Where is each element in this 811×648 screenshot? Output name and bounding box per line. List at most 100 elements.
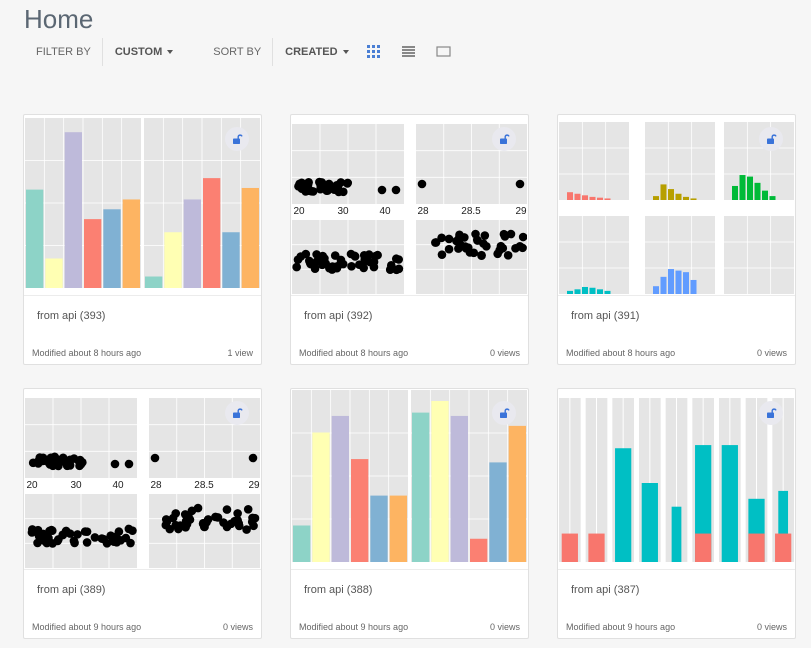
chart-card[interactable]: from api (387) Modified about 9 hours ag…	[557, 388, 796, 639]
unlock-icon[interactable]	[759, 401, 783, 425]
axis-tick-label: 28.5	[194, 480, 214, 491]
scatter-point	[222, 505, 232, 514]
bar	[660, 276, 667, 294]
scatter-point	[482, 241, 491, 251]
plot-panel	[645, 122, 715, 200]
page-title: Home	[24, 4, 94, 34]
scatter-point	[65, 529, 75, 538]
scatter-point	[333, 181, 343, 191]
bar	[293, 525, 311, 562]
bar	[589, 196, 596, 200]
scatter-point	[477, 251, 486, 260]
unlock-icon[interactable]	[492, 401, 516, 425]
bar	[331, 415, 349, 562]
axis-tick-label: 28	[150, 480, 162, 491]
sort-dropdown[interactable]: CREATED	[273, 46, 362, 58]
modified-text: Modified about 8 hours ago	[566, 348, 676, 358]
bar	[489, 462, 507, 562]
bar	[389, 495, 407, 562]
bar	[668, 189, 674, 200]
card-title[interactable]: from api (389)	[37, 584, 105, 596]
scatter-point	[48, 461, 58, 471]
card-divider	[24, 295, 261, 296]
scatter-point	[503, 251, 513, 260]
scatter-point	[417, 179, 427, 189]
scatter-point	[318, 251, 328, 261]
view-count: 0 views	[222, 622, 253, 632]
scatter-point	[233, 509, 242, 518]
scatter-point	[82, 538, 92, 547]
card-title[interactable]: from api (393)	[37, 310, 105, 322]
bar	[739, 175, 746, 200]
sort-by-label: SORT BY	[213, 46, 262, 58]
scatter-point	[364, 250, 374, 259]
scatter-point	[110, 459, 120, 469]
bar	[671, 506, 682, 562]
scatter-point	[73, 530, 82, 539]
scatter-point	[124, 459, 134, 469]
sort-dropdown-label: CREATED	[285, 46, 338, 58]
bar	[64, 132, 82, 288]
bar	[370, 495, 388, 562]
card-footer: Modified about 8 hours ago 0 views	[566, 348, 787, 358]
scatter-point	[70, 538, 79, 548]
scatter-point	[222, 522, 232, 532]
unlock-icon[interactable]	[759, 127, 783, 151]
card-footer: Modified about 8 hours ago 0 views	[299, 348, 520, 358]
scatter-point	[42, 538, 52, 548]
scatter-point	[124, 524, 134, 534]
scatter-point	[54, 535, 63, 544]
view-count: 0 views	[489, 348, 520, 358]
grid-view-icon[interactable]	[366, 45, 381, 58]
modified-text: Modified about 8 hours ago	[299, 348, 409, 358]
card-title[interactable]: from api (387)	[571, 584, 639, 596]
bar	[747, 176, 753, 200]
scatter-point	[296, 252, 306, 261]
chart-card[interactable]: from api (393) Modified about 8 hours ag…	[23, 114, 262, 365]
unlock-icon[interactable]	[492, 127, 516, 151]
single-view-icon[interactable]	[436, 45, 451, 58]
chart-card[interactable]: from api (388) Modified about 9 hours ag…	[290, 388, 529, 639]
scatter-point	[185, 515, 195, 524]
unlock-icon[interactable]	[225, 401, 249, 425]
axis-tick-label: 20	[293, 206, 305, 217]
filter-dropdown-label: CUSTOM	[114, 46, 163, 58]
scatter-point	[391, 185, 401, 195]
scatter-point	[80, 527, 90, 536]
card-footer: Modified about 8 hours ago 1 view	[32, 348, 253, 358]
unlock-icon[interactable]	[225, 127, 249, 151]
modified-text: Modified about 9 hours ago	[32, 622, 142, 632]
scatter-point	[198, 519, 208, 529]
bar	[660, 184, 667, 200]
scatter-point	[444, 244, 454, 254]
scatter-point	[47, 526, 57, 535]
bar	[582, 195, 588, 200]
bar	[754, 182, 761, 200]
card-title[interactable]: from api (392)	[304, 310, 372, 322]
view-count: 1 view	[227, 348, 253, 358]
chart-card[interactable]: from api (391) Modified about 8 hours ag…	[557, 114, 796, 365]
bar	[675, 193, 682, 200]
bar	[222, 232, 240, 288]
filter-dropdown[interactable]: CUSTOM	[103, 46, 187, 58]
scatter-point	[175, 521, 185, 530]
modified-text: Modified about 9 hours ago	[566, 622, 676, 632]
plot-panel	[559, 216, 629, 294]
caret-down-icon	[167, 50, 174, 55]
bar	[164, 232, 182, 288]
card-title[interactable]: from api (388)	[304, 584, 372, 596]
chart-card[interactable]: 20 30 40 28 28.5 29 from api (389) Modified a…	[23, 388, 262, 639]
scatter-point	[347, 262, 356, 271]
bar	[597, 289, 603, 294]
view-count: 0 views	[489, 622, 520, 632]
chart-card[interactable]: 20 30 40 28 28.5 29 from api (392) Modified a…	[290, 114, 529, 365]
bar	[775, 533, 792, 562]
card-title[interactable]: from api (391)	[571, 310, 639, 322]
bar	[588, 533, 605, 562]
list-view-icon[interactable]	[401, 45, 416, 58]
scatter-point	[511, 243, 520, 253]
scatter-point	[38, 529, 48, 539]
bar	[615, 448, 632, 562]
bar	[668, 269, 674, 294]
scatter-point	[297, 178, 306, 188]
